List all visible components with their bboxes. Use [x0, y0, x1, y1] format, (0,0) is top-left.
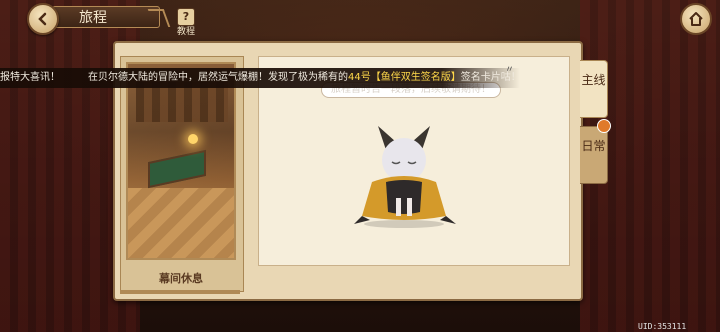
bookshelf-illustration — [136, 82, 228, 122]
top-bar: 旅程 ? 教程 — [0, 0, 720, 38]
page-title-text: 旅程 — [79, 10, 107, 26]
home-button[interactable] — [680, 3, 712, 35]
chapter-card-image[interactable] — [126, 62, 236, 260]
user-id: UID:353111 — [638, 322, 687, 331]
back-button[interactable] — [27, 3, 59, 35]
sleeping-character — [354, 126, 456, 228]
lamp-illustration — [188, 134, 198, 144]
tutorial-button[interactable]: ? 教程 — [175, 8, 197, 37]
home-icon — [689, 12, 703, 26]
tutorial-label: 教程 — [176, 27, 195, 37]
notification-dot-icon — [597, 119, 611, 133]
page-title: 旅程 — [52, 6, 160, 28]
announcement-text-before: 在贝尔德大陆的冒险中，居然运气爆棚！发现了极为稀有的 — [88, 72, 348, 83]
announcement-message: 在贝尔德大陆的冒险中，居然运气爆棚！发现了极为稀有的44号【鱼伴双生签名版】签名… — [88, 68, 520, 88]
card-decoration — [120, 290, 240, 294]
announcement-highlight: 44号【鱼伴双生签名版】 — [348, 72, 461, 83]
announcement-banner: 报特大喜讯！ 在贝尔德大陆的冒险中，居然运气爆棚！发现了极为稀有的44号【鱼伴双… — [0, 68, 520, 88]
tab-main-label: 主线 — [581, 73, 606, 87]
chapter-card-label: 幕间休息 — [159, 272, 203, 285]
tab-daily[interactable]: 日常 — [580, 119, 611, 184]
announcement-prefix: 报特大喜讯！ — [0, 72, 60, 83]
tab-main-story[interactable]: 主线 — [580, 60, 608, 118]
announcement-text-after: 签名卡片咕！ — [460, 72, 520, 83]
tab-daily-label: 日常 — [581, 139, 606, 153]
back-arrow-icon — [38, 12, 47, 26]
floor-illustration — [128, 188, 234, 258]
table-illustration — [148, 149, 206, 189]
question-icon: ? — [177, 8, 195, 26]
